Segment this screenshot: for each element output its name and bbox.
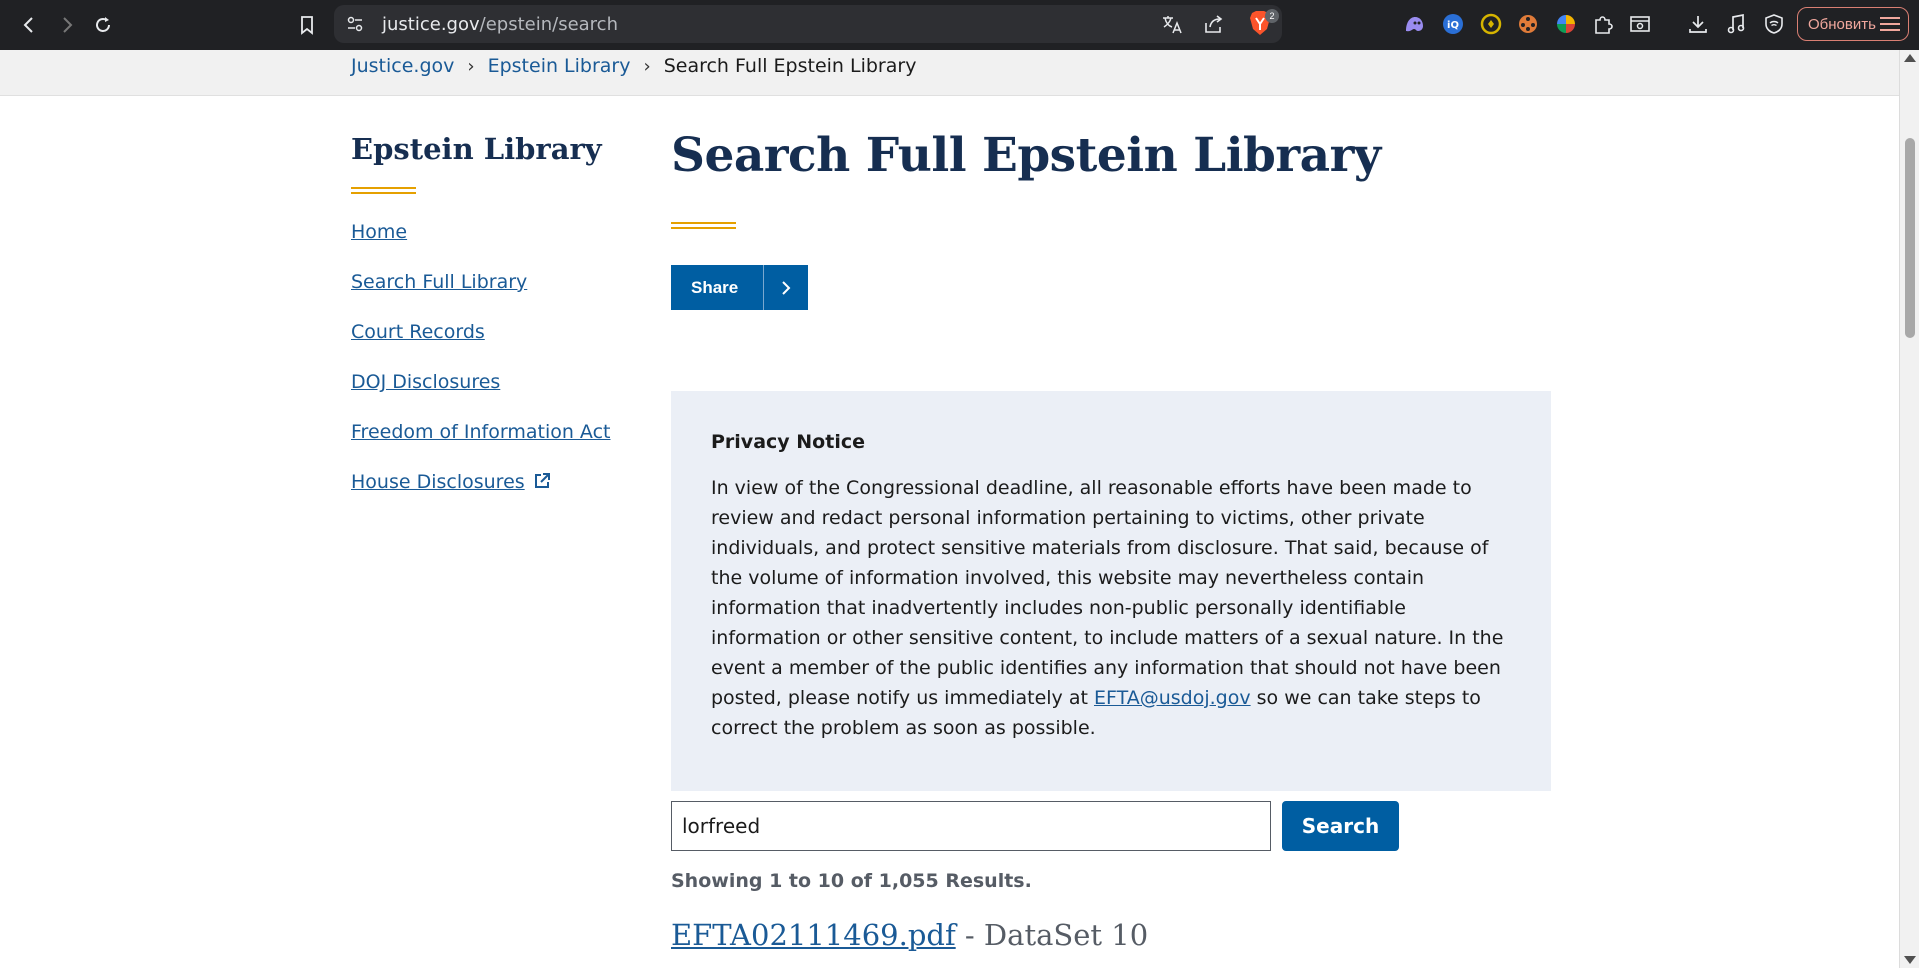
share-button[interactable]: Share <box>671 265 808 310</box>
breadcrumb-link-justice[interactable]: Justice.gov <box>351 55 454 77</box>
breadcrumb-separator: › <box>467 55 475 77</box>
share-label: Share <box>691 277 739 297</box>
update-label: Обновить <box>1808 15 1876 33</box>
privacy-notice-title: Privacy Notice <box>711 431 865 453</box>
result-file-link[interactable]: EFTA02111469.pdf <box>671 918 956 952</box>
extension-coin-icon[interactable] <box>1480 13 1502 35</box>
bookmark-button[interactable] <box>292 10 322 40</box>
reload-button[interactable] <box>88 10 118 40</box>
translate-button[interactable] <box>1160 12 1184 36</box>
reader-mode-icon[interactable] <box>1629 13 1651 35</box>
page-title: Search Full Epstein Library <box>671 128 1381 183</box>
sidebar-item-label: House Disclosures <box>351 471 525 493</box>
extension-ghost-icon[interactable] <box>1403 13 1425 35</box>
extension-film-icon[interactable] <box>1517 13 1539 35</box>
search-button[interactable]: Search <box>1282 801 1399 851</box>
downloads-icon[interactable] <box>1687 13 1709 35</box>
page-viewport: Justice.gov › Epstein Library › Search F… <box>0 50 1899 968</box>
contact-email-link[interactable]: EFTA@usdoj.gov <box>1094 687 1251 709</box>
page-scrollbar[interactable] <box>1899 50 1919 968</box>
breadcrumb-separator: › <box>643 55 651 77</box>
url-path: /epstein/search <box>479 14 618 35</box>
search-input[interactable] <box>671 801 1271 851</box>
results-count: Showing 1 to 10 of 1,055 Results. <box>671 870 1032 892</box>
sidebar-accent-rule <box>351 187 416 194</box>
sidebar-item-house-disclosures[interactable]: House Disclosures <box>351 468 611 518</box>
shields-count-badge: 2 <box>1265 9 1279 23</box>
title-accent-rule <box>671 222 736 229</box>
breadcrumb-current: Search Full Epstein Library <box>663 55 917 77</box>
back-button[interactable] <box>14 10 44 40</box>
forward-button[interactable] <box>52 10 82 40</box>
translate-icon <box>1163 16 1182 34</box>
extension-iq-icon[interactable]: iQ <box>1442 13 1464 35</box>
browser-toolbar: justice.gov/epstein/search 2 iQ Обновить <box>0 0 1919 50</box>
privacy-notice-body: In view of the Congressional deadline, a… <box>711 473 1511 743</box>
privacy-notice: Privacy Notice In view of the Congressio… <box>671 391 1551 791</box>
url-host: justice.gov <box>382 14 480 35</box>
reload-icon <box>96 17 110 32</box>
share-page-icon <box>1205 15 1223 33</box>
address-bar[interactable]: justice.gov/epstein/search <box>334 5 1282 43</box>
site-settings-icon[interactable] <box>346 15 364 33</box>
update-browser-button[interactable]: Обновить <box>1797 7 1909 41</box>
sidebar-title: Epstein Library <box>351 132 602 166</box>
back-arrow-icon <box>23 17 33 33</box>
chevron-right-icon <box>764 265 808 310</box>
forward-arrow-icon <box>63 17 73 33</box>
result-dataset: - DataSet 10 <box>955 918 1149 952</box>
vpn-shield-icon[interactable] <box>1763 13 1785 35</box>
scrollbar-thumb[interactable] <box>1905 138 1915 338</box>
result-item: EFTA02111469.pdf - DataSet 10 <box>671 918 1148 952</box>
sidebar-nav: Home Search Full Library Court Records D… <box>351 218 611 518</box>
hamburger-menu-icon[interactable] <box>1880 17 1900 31</box>
svg-text:iQ: iQ <box>1447 20 1459 31</box>
sidebar-item-court-records[interactable]: Court Records <box>351 318 611 368</box>
scroll-up-arrow-icon[interactable] <box>1904 54 1916 62</box>
extension-color-icon[interactable] <box>1555 13 1577 35</box>
privacy-notice-text: In view of the Congressional deadline, a… <box>711 477 1504 709</box>
share-page-button[interactable] <box>1202 12 1226 36</box>
sidebar-item-search-full-library[interactable]: Search Full Library <box>351 268 611 318</box>
breadcrumb: Justice.gov › Epstein Library › Search F… <box>351 55 916 77</box>
extensions-puzzle-icon[interactable] <box>1592 13 1614 35</box>
media-music-icon[interactable] <box>1725 13 1747 35</box>
breadcrumb-link-epstein-library[interactable]: Epstein Library <box>488 55 631 77</box>
scroll-down-arrow-icon[interactable] <box>1904 956 1916 964</box>
breadcrumb-bar: Justice.gov › Epstein Library › Search F… <box>0 50 1899 96</box>
sidebar-item-home[interactable]: Home <box>351 218 611 268</box>
bookmark-icon <box>301 16 313 35</box>
sidebar-item-foia[interactable]: Freedom of Information Act <box>351 418 611 468</box>
external-link-icon <box>534 473 550 488</box>
url-text[interactable]: justice.gov/epstein/search <box>382 14 618 35</box>
sidebar-item-doj-disclosures[interactable]: DOJ Disclosures <box>351 368 611 418</box>
